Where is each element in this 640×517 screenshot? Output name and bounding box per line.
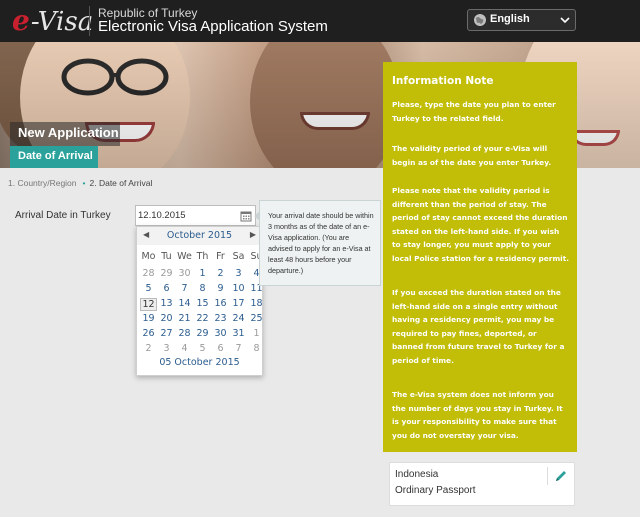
day-cell[interactable]: 13 (158, 298, 175, 309)
day-cell[interactable]: 8 (248, 343, 265, 354)
day-cell[interactable]: 19 (140, 313, 157, 324)
day-cell[interactable]: 30 (212, 328, 229, 339)
day-cell[interactable]: 16 (212, 298, 229, 309)
day-cell[interactable]: 29 (158, 268, 175, 279)
top-bar: e -Visa Republic of Turkey Electronic Vis… (0, 0, 640, 42)
day-cell[interactable]: 29 (194, 328, 211, 339)
breadcrumb-step-country[interactable]: 1. Country/Region (8, 178, 77, 188)
chevron-down-icon (560, 17, 570, 24)
day-cell[interactable]: 26 (140, 328, 157, 339)
arrival-date-label: Arrival Date in Turkey (15, 210, 111, 221)
summary-divider (547, 467, 548, 485)
day-cell[interactable]: 14 (176, 298, 193, 309)
day-cell[interactable]: 31 (230, 328, 247, 339)
day-cell[interactable]: 21 (176, 313, 193, 324)
weekday-label: Fr (216, 251, 225, 262)
day-cell[interactable]: 7 (176, 283, 193, 294)
arrival-date-tooltip: Your arrival date should be within 3 mon… (254, 200, 381, 286)
weekday-label: Sa (232, 251, 245, 262)
breadcrumb-dot: • (82, 178, 86, 188)
day-cell-selected[interactable]: 12 (140, 298, 157, 311)
day-cell[interactable]: 30 (176, 268, 193, 279)
day-cell[interactable]: 23 (212, 313, 229, 324)
logo-e: e (12, 4, 30, 37)
day-cell[interactable]: 3 (158, 343, 175, 354)
day-cell[interactable]: 17 (230, 298, 247, 309)
day-cell[interactable]: 5 (194, 343, 211, 354)
language-label: English (490, 13, 530, 25)
information-note: Information Note Please, type the date y… (383, 62, 577, 452)
summary-passport-type: Ordinary Passport (395, 485, 476, 496)
day-cell[interactable]: 5 (140, 283, 157, 294)
info-paragraph: Please note that the validity period is … (392, 186, 570, 263)
weekday-label: We (177, 251, 192, 262)
pencil-edit-icon[interactable] (554, 469, 568, 483)
day-cell[interactable]: 2 (212, 268, 229, 279)
step-title: Date of Arrival (10, 146, 98, 168)
tooltip-arrow (254, 211, 260, 221)
day-cell[interactable]: 10 (230, 283, 247, 294)
application-summary-card: Indonesia Ordinary Passport (389, 462, 575, 506)
page-title: New Application (10, 122, 120, 146)
day-cell[interactable]: 1 (194, 268, 211, 279)
weekday-label: Th (196, 251, 209, 262)
summary-country: Indonesia (395, 469, 439, 480)
day-cell[interactable]: 7 (230, 343, 247, 354)
calendar-icon[interactable] (240, 210, 252, 222)
day-cell[interactable]: 22 (194, 313, 211, 324)
breadcrumb-step-arrival: 2. Date of Arrival (89, 178, 153, 188)
step-title-text: Date of Arrival (18, 150, 93, 162)
day-cell[interactable]: 25 (248, 313, 265, 324)
day-cell[interactable]: 6 (212, 343, 229, 354)
day-cell[interactable]: 9 (212, 283, 229, 294)
info-paragraph: Please, type the date you plan to enter … (392, 100, 556, 123)
day-cell[interactable]: 24 (230, 313, 247, 324)
info-title: Information Note (392, 75, 494, 87)
info-paragraph: The validity period of your e-Visa will … (392, 144, 552, 167)
arrival-date-field[interactable] (135, 205, 256, 226)
tooltip-text: Your arrival date should be within 3 mon… (268, 211, 374, 275)
breadcrumb: 1. Country/Region • 2. Date of Arrival (8, 178, 152, 188)
day-cell[interactable]: 20 (158, 313, 175, 324)
day-cell[interactable]: 3 (230, 268, 247, 279)
globe-icon (474, 14, 486, 26)
datepicker-header: ◀ October 2015 ▶ (137, 227, 262, 245)
weekday-label: Tu (161, 251, 172, 262)
datepicker-month-label[interactable]: October 2015 (137, 230, 262, 241)
brand-title: Electronic Visa Application System (98, 18, 328, 35)
datepicker-today-link[interactable]: 05 October 2015 (137, 357, 262, 368)
day-cell[interactable]: 28 (140, 268, 157, 279)
info-paragraph: If you exceed the duration stated on the… (392, 288, 565, 365)
arrival-date-input[interactable] (138, 208, 238, 223)
language-select[interactable]: English (467, 9, 576, 31)
day-cell[interactable]: 28 (176, 328, 193, 339)
logo-visa: -Visa (30, 7, 94, 37)
datepicker-popup: ◀ October 2015 ▶ Mo Tu We Th Fr Sa Su 28 29 30 1 2… (136, 226, 263, 376)
day-cell[interactable]: 4 (176, 343, 193, 354)
day-cell[interactable]: 27 (158, 328, 175, 339)
day-cell[interactable]: 8 (194, 283, 211, 294)
next-month-icon[interactable]: ▶ (250, 230, 256, 239)
page-title-text: New Application (18, 125, 119, 140)
weekday-label: Mo (141, 251, 156, 262)
info-paragraph: The e-Visa system does not inform you th… (392, 390, 563, 440)
day-cell[interactable]: 18 (248, 298, 265, 309)
day-cell[interactable]: 15 (194, 298, 211, 309)
day-cell[interactable]: 2 (140, 343, 157, 354)
day-cell[interactable]: 6 (158, 283, 175, 294)
evisa-logo[interactable]: e -Visa (12, 4, 94, 38)
logo-divider (89, 6, 90, 36)
day-cell[interactable]: 1 (248, 328, 265, 339)
